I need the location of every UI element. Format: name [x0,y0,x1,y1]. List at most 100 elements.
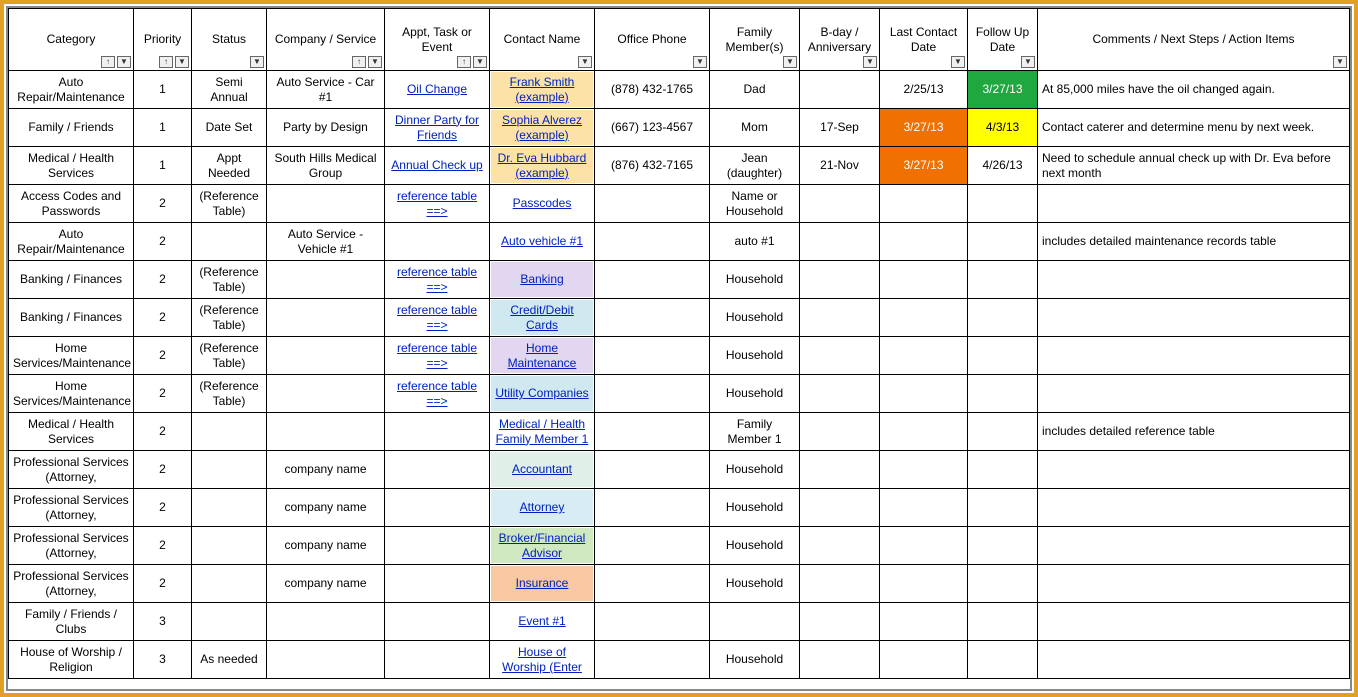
cell-priority[interactable]: 1 [134,109,192,147]
cell-priority[interactable]: 2 [134,489,192,527]
cell-status[interactable]: (Reference Table) [192,185,267,223]
cell-bday[interactable] [800,299,880,337]
cell-company[interactable]: South Hills Medical Group [267,147,385,185]
cell-bday[interactable] [800,223,880,261]
header-priority[interactable]: Priority [134,9,192,71]
cell-bday[interactable] [800,489,880,527]
cell-category[interactable]: Banking / Finances [9,299,134,337]
cell-office[interactable] [595,565,710,603]
cell-office[interactable]: (878) 432-1765 [595,71,710,109]
appt-link[interactable]: Dinner Party for Friends [395,113,479,142]
cell-lastcontact[interactable] [880,185,968,223]
cell-company[interactable] [267,603,385,641]
cell-family[interactable]: Mom [710,109,800,147]
header-appt[interactable]: Appt, Task or Event [385,9,490,71]
cell-office[interactable]: (876) 432-7165 [595,147,710,185]
cell-category[interactable]: Access Codes and Passwords [9,185,134,223]
cell-appt[interactable]: reference table ==> [385,375,490,413]
cell-company[interactable]: Party by Design [267,109,385,147]
appt-link[interactable]: Annual Check up [391,158,482,172]
sort-icon[interactable] [457,56,471,68]
cell-family[interactable]: Dad [710,71,800,109]
filter-icon[interactable] [1021,56,1035,68]
cell-status[interactable] [192,565,267,603]
cell-followup[interactable] [968,299,1038,337]
cell-comments[interactable]: includes detailed reference table [1038,413,1350,451]
header-category[interactable]: Category [9,9,134,71]
cell-bday[interactable] [800,451,880,489]
cell-status[interactable]: Appt Needed [192,147,267,185]
cell-appt[interactable] [385,641,490,679]
cell-lastcontact[interactable] [880,375,968,413]
cell-family[interactable]: Household [710,565,800,603]
cell-priority[interactable]: 2 [134,261,192,299]
cell-category[interactable]: Home Services/Maintenance [9,375,134,413]
cell-appt[interactable] [385,413,490,451]
cell-comments[interactable] [1038,603,1350,641]
cell-lastcontact[interactable]: 3/27/13 [880,147,968,185]
cell-office[interactable] [595,375,710,413]
cell-company[interactable] [267,375,385,413]
cell-bday[interactable] [800,413,880,451]
header-contact[interactable]: Contact Name [490,9,595,71]
cell-followup[interactable] [968,223,1038,261]
cell-lastcontact[interactable] [880,527,968,565]
cell-bday[interactable]: 21-Nov [800,147,880,185]
cell-followup[interactable] [968,261,1038,299]
cell-office[interactable] [595,451,710,489]
cell-comments[interactable]: Contact caterer and determine menu by ne… [1038,109,1350,147]
contact-link[interactable]: Auto vehicle #1 [501,234,583,249]
cell-lastcontact[interactable] [880,603,968,641]
cell-priority[interactable]: 2 [134,185,192,223]
cell-contact[interactable]: Accountant [490,451,595,489]
cell-followup[interactable] [968,375,1038,413]
cell-comments[interactable] [1038,185,1350,223]
cell-company[interactable] [267,413,385,451]
appt-link[interactable]: reference table ==> [397,303,477,332]
cell-followup[interactable]: 3/27/13 [968,71,1038,109]
appt-link[interactable]: reference table ==> [397,265,477,294]
cell-contact[interactable]: Auto vehicle #1 [490,223,595,261]
header-comments[interactable]: Comments / Next Steps / Action Items [1038,9,1350,71]
cell-contact[interactable]: Dr. Eva Hubbard (example) [490,147,595,185]
cell-lastcontact[interactable] [880,451,968,489]
cell-category[interactable]: Professional Services (Attorney, [9,565,134,603]
header-status[interactable]: Status [192,9,267,71]
cell-priority[interactable]: 3 [134,641,192,679]
cell-appt[interactable]: Oil Change [385,71,490,109]
cell-lastcontact[interactable] [880,489,968,527]
cell-appt[interactable]: Annual Check up [385,147,490,185]
contact-link[interactable]: Medical / Health Family Member 1 [495,417,589,447]
cell-comments[interactable] [1038,527,1350,565]
contact-link[interactable]: Credit/Debit Cards [495,303,589,333]
cell-comments[interactable]: includes detailed maintenance records ta… [1038,223,1350,261]
cell-bday[interactable] [800,603,880,641]
cell-family[interactable]: Household [710,527,800,565]
cell-comments[interactable] [1038,451,1350,489]
cell-company[interactable] [267,299,385,337]
cell-status[interactable] [192,451,267,489]
cell-lastcontact[interactable] [880,337,968,375]
header-bday[interactable]: B-day / Anniversary [800,9,880,71]
cell-comments[interactable] [1038,337,1350,375]
appt-link[interactable]: Oil Change [407,82,467,96]
cell-appt[interactable] [385,603,490,641]
cell-company[interactable]: company name [267,489,385,527]
cell-appt[interactable] [385,451,490,489]
contact-link[interactable]: Utility Companies [495,386,588,401]
filter-icon[interactable] [863,56,877,68]
cell-office[interactable] [595,603,710,641]
cell-category[interactable]: Professional Services (Attorney, [9,489,134,527]
contact-link[interactable]: Sophia Alverez (example) [495,113,589,143]
cell-lastcontact[interactable] [880,299,968,337]
cell-bday[interactable] [800,185,880,223]
contact-link[interactable]: Insurance [516,576,569,591]
cell-category[interactable]: Banking / Finances [9,261,134,299]
contact-link[interactable]: Broker/Financial Advisor [495,531,589,561]
cell-priority[interactable]: 3 [134,603,192,641]
cell-lastcontact[interactable] [880,565,968,603]
cell-category[interactable]: Auto Repair/Maintenance [9,71,134,109]
cell-office[interactable] [595,489,710,527]
cell-followup[interactable] [968,489,1038,527]
cell-bday[interactable] [800,641,880,679]
